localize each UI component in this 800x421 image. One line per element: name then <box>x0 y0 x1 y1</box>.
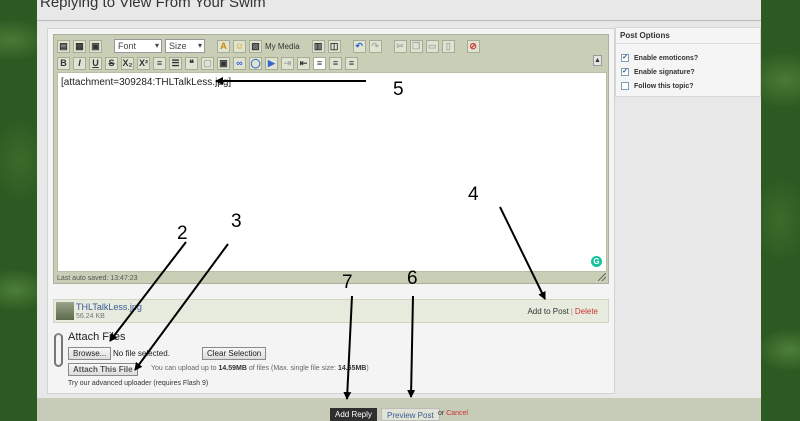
align-center-icon[interactable]: ≡ <box>329 56 342 70</box>
editor-content-text: [attachment=309284:THLTalkLess.jpg] <box>61 77 232 88</box>
annotation-number-3: 3 <box>231 211 242 232</box>
enable-signature-label: Enable signature? <box>634 68 695 76</box>
preview-post-button[interactable]: Preview Post <box>381 408 440 421</box>
browse-button[interactable]: Browse... <box>68 347 112 360</box>
upload-single-limit: 14.65MB <box>337 365 367 372</box>
redo-icon[interactable]: ↷ <box>368 39 382 53</box>
attach-this-file-button[interactable]: Attach This File <box>68 363 138 376</box>
editor-toolbar-row-1: ▤ ▦ ▣ Font Size A ☺ ▧ My Media ▥ ◫ ↶ ↷ ✂… <box>57 38 480 54</box>
no-file-selected-text: No file selected. <box>113 349 170 358</box>
code-icon[interactable]: ▢ <box>201 56 214 70</box>
follow-topic-checkbox[interactable] <box>621 82 629 90</box>
post-options-title: Post Options <box>616 28 760 44</box>
cancel-link[interactable]: Cancel <box>446 410 468 417</box>
comment-icon[interactable]: ◯ <box>249 56 262 70</box>
attachment-actions: Add to Post | Delete <box>527 307 598 316</box>
strikethrough-button[interactable]: S <box>105 56 118 70</box>
add-to-post-link[interactable]: Add to Post <box>527 307 568 316</box>
special-chars-icon[interactable]: ◫ <box>327 39 341 53</box>
follow-topic-option[interactable]: Follow this topic? <box>621 81 694 91</box>
paste-text-icon[interactable]: ▭ <box>425 39 439 53</box>
paste-icon[interactable]: ▦ <box>73 39 86 53</box>
enable-emoticons-option[interactable]: ✓ Enable emoticons? <box>621 53 698 63</box>
superscript-button[interactable]: X² <box>137 56 150 70</box>
source-icon[interactable]: ▤ <box>57 39 70 53</box>
align-left-icon[interactable]: ≡ <box>313 56 326 70</box>
or-text: or <box>438 410 445 417</box>
remove-format-icon[interactable]: ⊘ <box>466 39 480 53</box>
attachment-size: 56.24 KB <box>76 313 105 320</box>
annotation-number-6: 6 <box>407 268 418 289</box>
align-right-icon[interactable]: ≡ <box>345 56 358 70</box>
image-icon[interactable]: ▣ <box>89 39 102 53</box>
follow-topic-label: Follow this topic? <box>634 82 694 90</box>
italic-button[interactable]: I <box>73 56 86 70</box>
link-icon[interactable]: ∞ <box>233 56 246 70</box>
enable-emoticons-label: Enable emoticons? <box>634 54 699 62</box>
page-container: Replying to View From Your Swim ▤ ▦ ▣ Fo… <box>37 0 761 421</box>
enable-signature-option[interactable]: ✓ Enable signature? <box>621 67 695 77</box>
outdent-icon[interactable]: ⇤ <box>297 56 310 70</box>
upload-total-limit: 14.59MB <box>218 365 247 372</box>
resize-grip-icon[interactable] <box>598 273 606 281</box>
cut-icon[interactable]: ✂ <box>393 39 407 53</box>
paste-word-icon[interactable]: ▯ <box>441 39 455 53</box>
undo-icon[interactable]: ↶ <box>352 39 366 53</box>
indent-icon[interactable]: ⇥ <box>281 56 294 70</box>
enable-emoticons-checkbox[interactable]: ✓ <box>621 54 629 62</box>
attach-files-heading: Attach Files <box>68 331 126 343</box>
advanced-uploader-link[interactable]: Try our advanced uploader (requires Flas… <box>68 380 208 387</box>
upload-note-prefix: You can upload up to <box>151 365 217 372</box>
bulleted-list-icon[interactable]: ☰ <box>169 56 182 70</box>
reply-form-panel: ▤ ▦ ▣ Font Size A ☺ ▧ My Media ▥ ◫ ↶ ↷ ✂… <box>47 28 615 394</box>
enable-signature-checkbox[interactable]: ✓ <box>621 68 629 76</box>
add-reply-button[interactable]: Add Reply <box>330 408 377 421</box>
size-select[interactable]: Size <box>165 39 205 53</box>
spoiler-icon[interactable]: ▣ <box>217 56 230 70</box>
my-media-button[interactable]: My Media <box>265 42 300 51</box>
autosave-status: Last auto saved: 13:47:23 <box>57 275 138 282</box>
paperclip-icon <box>54 333 63 367</box>
editor-toolbar-row-2: B I U S X₂ X² ≡ ☰ ❝ ▢ ▣ ∞ ◯ ▶ ⇥ ⇤ ≡ ≡ ≡ … <box>57 55 605 71</box>
page-title: Replying to View From Your Swim <box>40 0 266 11</box>
upload-note-middle: of files (Max. single file size: <box>248 365 336 372</box>
underline-button[interactable]: U <box>89 56 102 70</box>
upload-note-suffix: ) <box>366 365 369 372</box>
annotation-number-4: 4 <box>468 184 479 205</box>
collapse-toolbar-icon[interactable]: ▲ <box>593 55 602 66</box>
table-icon[interactable]: ▥ <box>311 39 325 53</box>
clear-selection-button[interactable]: Clear Selection <box>202 347 267 360</box>
font-select[interactable]: Font <box>114 39 162 53</box>
delete-link[interactable]: Delete <box>575 307 598 316</box>
grammarly-icon[interactable]: G <box>591 256 602 267</box>
emoticon-icon[interactable]: ☺ <box>233 39 246 53</box>
quote-icon[interactable]: ❝ <box>185 56 198 70</box>
rich-text-editor: ▤ ▦ ▣ Font Size A ☺ ▧ My Media ▥ ◫ ↶ ↷ ✂… <box>53 34 609 284</box>
media-icon[interactable]: ▧ <box>249 39 262 53</box>
subscript-button[interactable]: X₂ <box>121 56 134 70</box>
or-cancel: or Cancel <box>438 410 468 417</box>
numbered-list-icon[interactable]: ≡ <box>153 56 166 70</box>
post-content-textarea[interactable]: [attachment=309284:THLTalkLess.jpg] G <box>57 72 607 272</box>
text-color-icon[interactable]: A <box>217 39 230 53</box>
annotation-number-2: 2 <box>177 223 188 244</box>
upload-limit-note: You can upload up to 14.59MB of files (M… <box>151 365 369 372</box>
annotation-number-5: 5 <box>393 79 404 100</box>
post-options-panel: Post Options ✓ Enable emoticons? ✓ Enabl… <box>615 27 761 97</box>
attachment-item: THLTalkLess.jpg 56.24 KB Add to Post | Del… <box>53 299 609 323</box>
title-divider <box>37 20 761 21</box>
bold-button[interactable]: B <box>57 56 70 70</box>
video-icon[interactable]: ▶ <box>265 56 278 70</box>
attachment-name[interactable]: THLTalkLess.jpg <box>76 302 142 312</box>
annotation-number-7: 7 <box>342 272 353 293</box>
attachment-thumbnail <box>56 302 74 320</box>
copy-icon[interactable]: ❐ <box>409 39 423 53</box>
